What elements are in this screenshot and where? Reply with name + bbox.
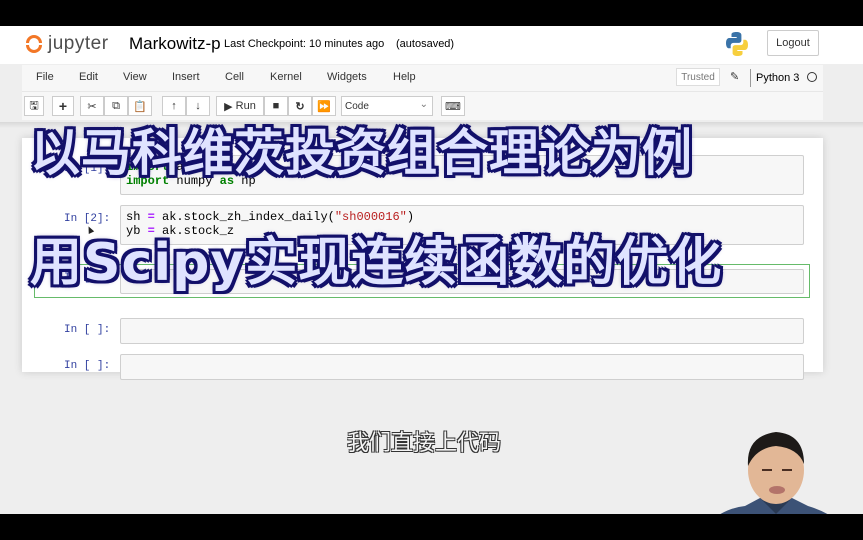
webcam-presenter: [720, 432, 828, 514]
kernel-name: Python 3: [756, 72, 800, 84]
cell-type-value: Code: [345, 101, 369, 112]
jupyter-logo[interactable]: jupyter: [24, 32, 109, 56]
logout-button[interactable]: Logout: [767, 30, 819, 56]
menu-kernel[interactable]: Kernel: [270, 71, 302, 83]
overlay-title-line2: 用Scipy实现连续函数的优化: [30, 233, 723, 293]
notebook-name[interactable]: Markowitz-p: [129, 34, 221, 54]
python-logo-icon: [726, 32, 748, 56]
checkpoint-status: Last Checkpoint: 10 minutes ago: [224, 38, 385, 50]
cell-prompt: In [ ]:: [64, 360, 111, 372]
menu-edit[interactable]: Edit: [79, 71, 98, 83]
menu-insert[interactable]: Insert: [172, 71, 200, 83]
stop-icon: ■: [272, 100, 280, 112]
paste-icon: 📋: [133, 100, 147, 113]
scissors-icon: ✂: [87, 100, 97, 113]
code-cell-5[interactable]: [120, 354, 804, 380]
fast-forward-icon: ⏩: [317, 100, 331, 113]
menu-cell[interactable]: Cell: [225, 71, 244, 83]
overlay-title-line1: 以马科维茨投资组合理论为例: [30, 124, 693, 182]
kernel-idle-icon: [807, 72, 817, 82]
menu-widgets[interactable]: Widgets: [327, 71, 367, 83]
restart-icon: ↻: [295, 100, 305, 113]
plus-icon: +: [58, 98, 68, 114]
kernel-divider: [750, 69, 751, 87]
menu-help[interactable]: Help: [393, 71, 416, 83]
edit-pencil-icon[interactable]: ✎: [730, 70, 739, 83]
jupyter-logo-icon: [24, 32, 44, 56]
keyboard-icon: ⌨: [445, 100, 461, 113]
trusted-badge[interactable]: Trusted: [676, 68, 720, 86]
copy-icon: ⧉: [112, 99, 120, 112]
arrow-up-icon: ↑: [171, 100, 177, 112]
cell-prompt: In [ ]:: [64, 324, 111, 336]
chevron-down-icon: ⌄: [419, 99, 428, 110]
header: jupyter Markowitz-p Last Checkpoint: 10 …: [0, 26, 863, 64]
arrow-down-icon: ↓: [195, 100, 201, 112]
video-subtitle: 我们直接上代码: [347, 431, 502, 456]
play-icon: ▶: [224, 100, 233, 113]
code-cell-4[interactable]: [120, 318, 804, 344]
menu-view[interactable]: View: [123, 71, 147, 83]
menu-file[interactable]: File: [36, 71, 54, 83]
autosave-status: (autosaved): [396, 38, 455, 50]
logo-text: jupyter: [48, 33, 109, 54]
run-label: Run: [235, 100, 256, 112]
